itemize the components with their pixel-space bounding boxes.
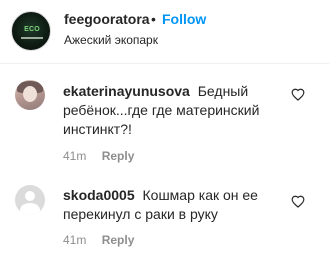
comment-item: ekaterinayunusova Бедный ребёнок...где г… [0,64,329,171]
commenter-avatar[interactable] [15,80,45,110]
heart-outline-icon[interactable] [291,88,305,101]
comment-item: skoda0005 Кошмар как он ее перекинул с р… [0,171,329,256]
heart-outline-icon[interactable] [291,195,305,208]
separator-dot: • [151,11,156,27]
follow-button[interactable]: Follow [162,11,206,27]
post-location[interactable]: Ажеский экопарк [64,33,158,47]
comment-meta: 41m Reply [63,233,134,247]
comment-body: ekaterinayunusova Бедный ребёнок...где г… [63,82,283,139]
avatar-logo-line [21,37,43,39]
avatar-head [25,191,35,201]
post-username[interactable]: feegooratora [64,11,150,27]
comment-username[interactable]: skoda0005 [63,187,135,203]
post-header: ECO feegooratora • Follow Ажеский экопар… [0,0,329,63]
commenter-avatar-default[interactable] [15,185,45,215]
comment-time[interactable]: 41m [63,149,86,163]
comment-body: skoda0005 Кошмар как он ее перекинул с р… [63,186,283,224]
avatar-body [20,203,40,215]
comment-meta: 41m Reply [63,149,134,163]
reply-button[interactable]: Reply [102,233,135,247]
profile-avatar[interactable]: ECO [11,11,51,51]
avatar-logo-text: ECO [24,26,40,33]
reply-button[interactable]: Reply [102,149,135,163]
comment-time[interactable]: 41m [63,233,86,247]
avatar-face [23,86,37,102]
comment-username[interactable]: ekaterinayunusova [63,83,190,99]
